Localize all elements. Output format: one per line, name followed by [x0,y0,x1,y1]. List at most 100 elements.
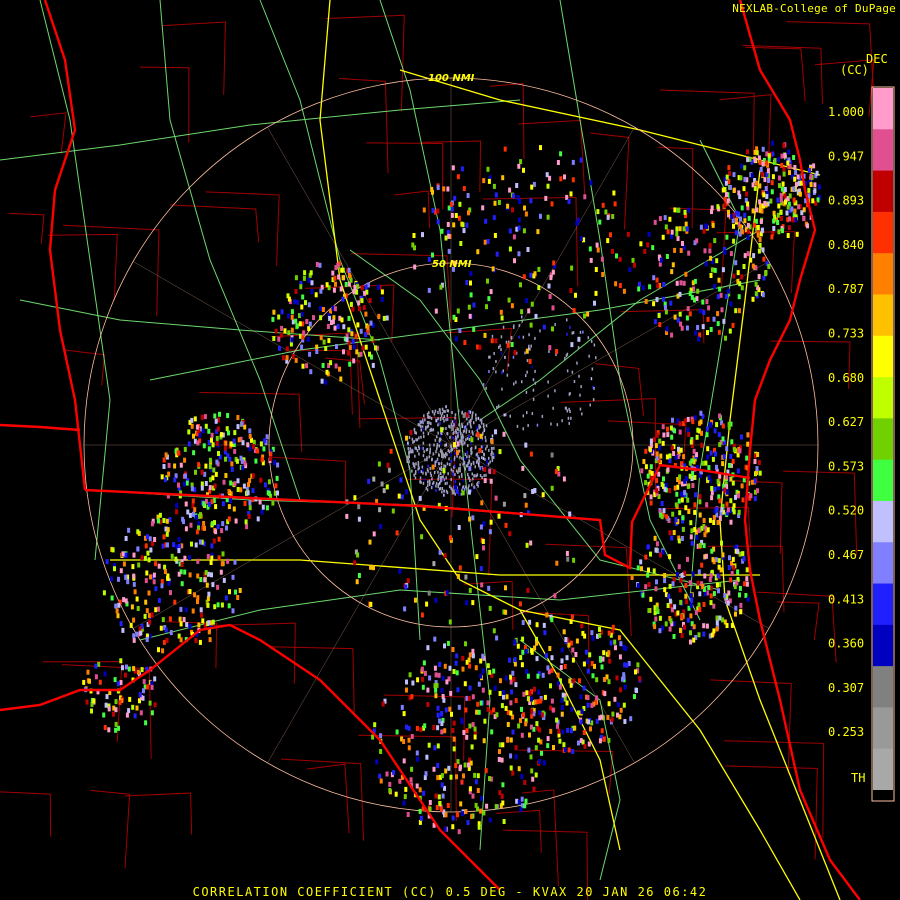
radar-echo [487,178,491,184]
radar-echo [502,694,505,700]
county-border-segment [659,89,755,156]
radar-echo [357,573,361,578]
radar-echo [464,809,468,814]
radar-echo [439,806,443,812]
radar-echo [423,670,427,676]
radar-echo [814,200,818,206]
radar-echo [779,192,783,198]
radar-echo [462,413,466,419]
radar-echo [443,478,445,482]
radar-echo [661,234,665,240]
radar-echo [779,209,783,215]
radar-echo [746,596,750,602]
radar-echo [332,287,336,293]
radar-echo [452,469,454,473]
radar-echo [443,493,445,497]
radar-echo [472,477,474,481]
radar-echo [737,509,741,515]
radar-echo [471,722,475,728]
legend-tick-label: 0.733 [828,327,864,341]
legend-tick-label: 1.000 [828,105,864,119]
radar-echo [575,638,579,644]
radar-echo [150,612,154,618]
radar-echo [426,425,429,429]
radar-echo [461,811,464,817]
radar-echo [425,754,429,760]
radar-echo [347,327,351,333]
radar-echo [422,468,424,472]
radar-echo [444,768,448,774]
radar-echo [454,213,458,218]
radar-echo [690,540,694,546]
radar-echo [428,443,431,447]
radar-echo [639,241,643,247]
radar-echo [193,592,196,598]
radar-echo [502,690,506,695]
radar-echo [560,647,564,653]
radar-echo [646,242,650,248]
radar-echo [746,441,750,447]
radar-echo [202,521,206,526]
radar-echo [149,574,152,580]
radar-echo [454,473,456,477]
radar-echo [415,725,419,731]
legend-tick-label: 0.520 [828,504,864,518]
radar-echo [458,482,461,486]
radar-echo [189,522,193,528]
radar-echo [200,469,204,475]
legend-swatches [873,88,893,800]
radar-echo [350,331,354,337]
radar-echo [454,763,458,768]
radar-echo [430,186,434,192]
radar-echo [676,236,680,241]
radar-echo [456,573,460,579]
radar-echo [498,345,500,349]
radar-echo [456,441,460,447]
radar-echo [175,503,179,509]
radar-echo [757,155,761,161]
radar-echo [548,345,552,351]
radar-echo [220,602,224,608]
radar-echo [539,213,542,219]
radar-echo [303,270,307,276]
radar-echo [557,728,561,734]
radar-echo [534,369,536,373]
radar-echo [698,493,702,499]
radar-echo [530,301,534,307]
radar-echo [434,687,438,693]
radar-echo [435,682,439,688]
radar-echo [658,628,662,634]
radar-echo [474,802,478,808]
radar-echo [430,422,432,426]
radar-echo [414,476,417,480]
radar-echo [513,382,515,386]
radar-echo [654,443,658,449]
radar-echo [265,505,269,511]
radar-echo [261,504,265,510]
radar-echo [140,555,144,561]
radar-echo [542,324,546,330]
radar-echo [444,812,448,818]
radar-echo [727,565,731,570]
radar-echo [577,740,580,746]
radar-echo [715,582,719,588]
radar-echo [486,459,488,463]
radar-echo [562,476,566,482]
radar-echo [600,664,604,670]
radar-echo [508,228,512,234]
radar-echo [686,306,690,312]
radar-echo [369,320,373,326]
radar-echo [367,478,371,484]
radar-echo [758,159,762,165]
radar-echo [503,146,507,152]
radar-echo [490,439,494,445]
radar-echo [713,267,717,273]
radar-echo [296,299,300,305]
radar-echo [104,702,108,708]
radar-echo [237,437,241,443]
radar-echo [391,508,395,514]
radar-echo [216,602,220,608]
radar-echo [453,456,456,460]
radar-echo [729,453,733,459]
legend-swatch [873,542,893,585]
